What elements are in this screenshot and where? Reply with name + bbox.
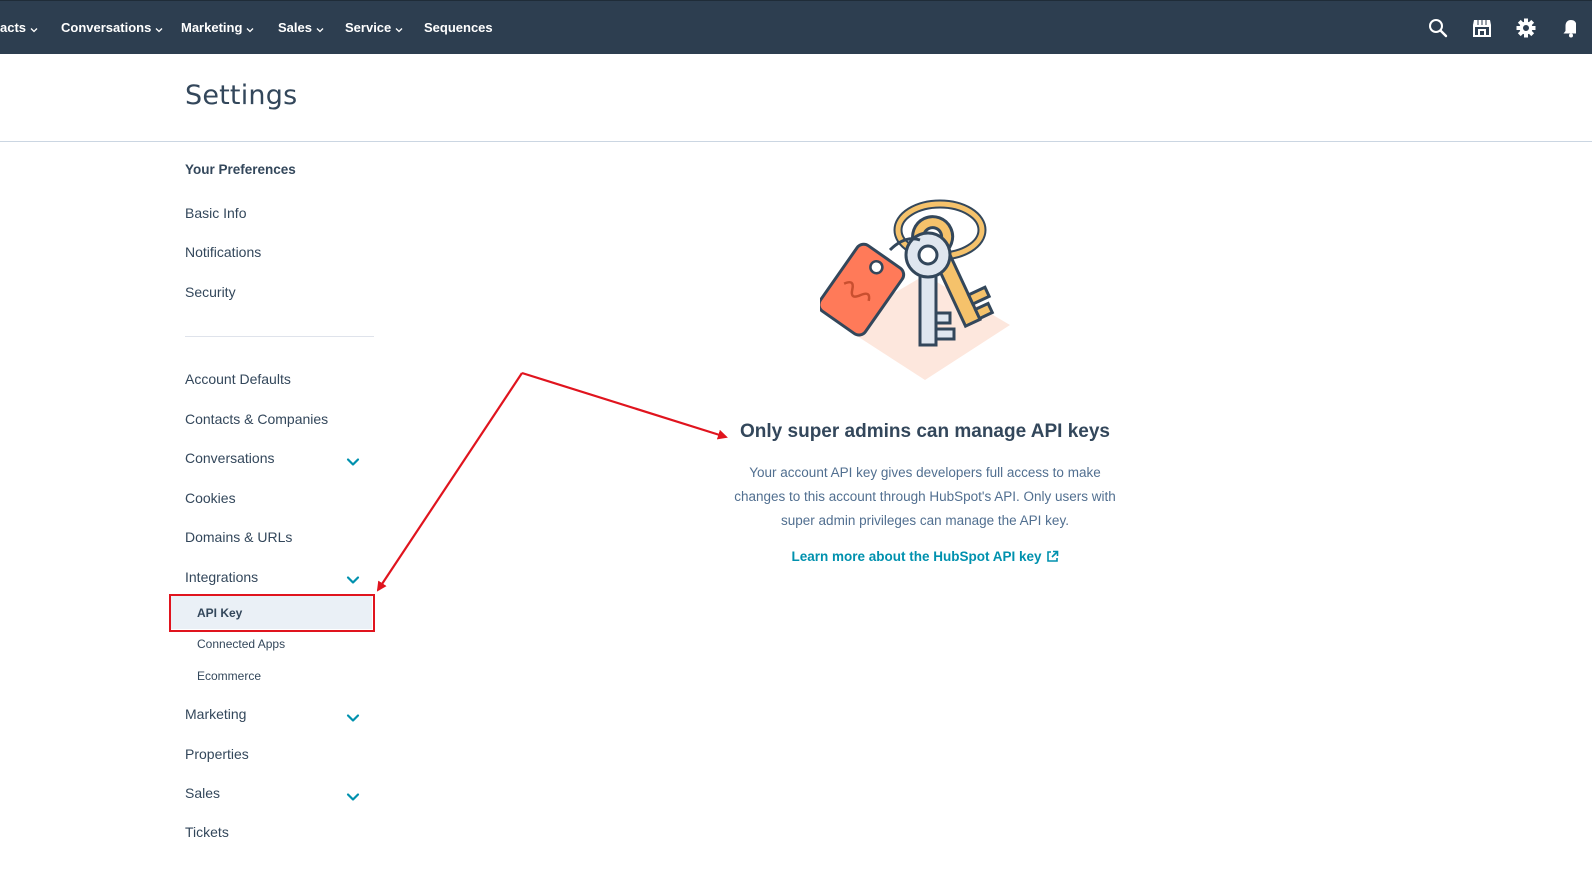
search-icon[interactable] bbox=[1427, 17, 1449, 39]
chevron-down-icon bbox=[316, 2, 324, 56]
chevron-down-icon bbox=[246, 2, 254, 56]
page-title: Settings bbox=[185, 80, 298, 111]
chevron-down-icon bbox=[395, 2, 403, 56]
marketplace-icon[interactable] bbox=[1471, 17, 1493, 39]
nav-service[interactable]: Service bbox=[345, 1, 403, 55]
chevron-down-icon bbox=[155, 2, 163, 56]
sidebar-item-cookies[interactable]: Cookies bbox=[185, 490, 236, 506]
nav-conversations[interactable]: Conversations bbox=[61, 1, 163, 55]
nav-conversations-label: Conversations bbox=[61, 20, 152, 35]
sidebar-item-notifications[interactable]: Notifications bbox=[185, 244, 261, 260]
sidebar-item-conversations[interactable]: Conversations bbox=[185, 450, 275, 466]
notifications-icon[interactable] bbox=[1560, 17, 1576, 39]
settings-gear-icon[interactable] bbox=[1515, 17, 1537, 39]
sidebar-item-sales[interactable]: Sales bbox=[185, 785, 220, 801]
learn-more-link[interactable]: Learn more about the HubSpot API key bbox=[730, 549, 1120, 564]
nav-sales-label: Sales bbox=[278, 20, 312, 35]
sidebar-item-marketing[interactable]: Marketing bbox=[185, 706, 246, 722]
chevron-down-icon[interactable] bbox=[346, 789, 360, 801]
nav-sequences-label: Sequences bbox=[424, 20, 493, 35]
chevron-down-icon[interactable] bbox=[346, 454, 360, 466]
nav-sequences[interactable]: Sequences bbox=[424, 1, 493, 55]
nav-sales[interactable]: Sales bbox=[278, 1, 324, 55]
arrow-to-sidebar bbox=[376, 372, 523, 592]
sidebar-item-properties[interactable]: Properties bbox=[185, 746, 249, 762]
sidebar-item-api-key[interactable]: API Key bbox=[197, 606, 242, 620]
nav-contacts-label: acts bbox=[0, 20, 27, 35]
sidebar-item-integrations[interactable]: Integrations bbox=[185, 569, 258, 585]
arrow-to-heading bbox=[521, 371, 728, 440]
sidebar-item-domains-urls[interactable]: Domains & URLs bbox=[185, 529, 292, 545]
main-heading: Only super admins can manage API keys bbox=[740, 421, 1110, 442]
nav-marketing[interactable]: Marketing bbox=[181, 1, 254, 55]
sidebar-item-account-defaults[interactable]: Account Defaults bbox=[185, 371, 291, 387]
external-link-icon bbox=[1042, 549, 1059, 564]
sidebar-item-ecommerce[interactable]: Ecommerce bbox=[197, 669, 261, 683]
sidebar-item-tickets[interactable]: Tickets bbox=[185, 824, 229, 840]
sidebar-item-connected-apps[interactable]: Connected Apps bbox=[197, 637, 285, 651]
nav-marketing-label: Marketing bbox=[181, 20, 243, 35]
sidebar-item-contacts-companies[interactable]: Contacts & Companies bbox=[185, 411, 328, 427]
keys-illustration bbox=[817, 195, 1030, 390]
sidebar-section-heading: Your Preferences bbox=[185, 162, 296, 177]
sidebar-item-security[interactable]: Security bbox=[185, 284, 236, 300]
sidebar-divider bbox=[185, 336, 374, 337]
chevron-down-icon[interactable] bbox=[346, 572, 360, 584]
nav-service-label: Service bbox=[345, 20, 392, 35]
main-description: Your account API key gives developers fu… bbox=[734, 465, 1116, 528]
chevron-down-icon bbox=[30, 2, 38, 56]
nav-contacts[interactable]: acts bbox=[0, 1, 38, 55]
chevron-down-icon[interactable] bbox=[346, 710, 360, 722]
top-navigation-bar: acts Conversations Marketing Sales Servi… bbox=[0, 0, 1592, 54]
sidebar-item-basic-info[interactable]: Basic Info bbox=[185, 205, 246, 221]
header-divider bbox=[0, 141, 1592, 142]
learn-more-link-label: Learn more about the HubSpot API key bbox=[791, 549, 1042, 564]
